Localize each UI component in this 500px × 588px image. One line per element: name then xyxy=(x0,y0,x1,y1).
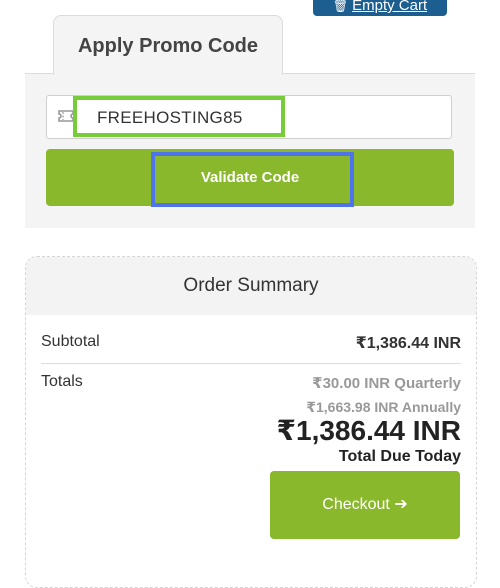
recurring-quarterly: ₹30.00 INR Quarterly xyxy=(312,375,461,392)
tab-apply-promo-code[interactable]: Apply Promo Code xyxy=(53,15,283,75)
checkout-button[interactable]: Checkout ➔ xyxy=(270,471,460,539)
checkout-label: Checkout xyxy=(322,496,390,513)
highlight-box-blue xyxy=(151,152,354,207)
empty-cart-button[interactable]: 🗑 Empty Cart xyxy=(313,0,447,16)
trash-icon: 🗑 xyxy=(332,0,349,13)
arrow-right-icon: ➔ xyxy=(394,496,408,513)
total-due-label: Total Due Today xyxy=(338,448,461,465)
divider xyxy=(41,363,461,364)
order-summary-panel: Order Summary Subtotal ₹1,386.44 INR Tot… xyxy=(25,256,477,588)
totals-label: Totals xyxy=(41,373,83,390)
ticket-icon xyxy=(58,110,74,122)
empty-cart-label: Empty Cart xyxy=(352,0,428,14)
subtotal-value: ₹1,386.44 INR xyxy=(355,335,461,352)
subtotal-label: Subtotal xyxy=(41,333,100,350)
total-due-amount: ₹1,386.44 INR xyxy=(276,415,461,446)
highlight-box-green xyxy=(73,96,285,137)
order-summary-title: Order Summary xyxy=(26,257,476,315)
